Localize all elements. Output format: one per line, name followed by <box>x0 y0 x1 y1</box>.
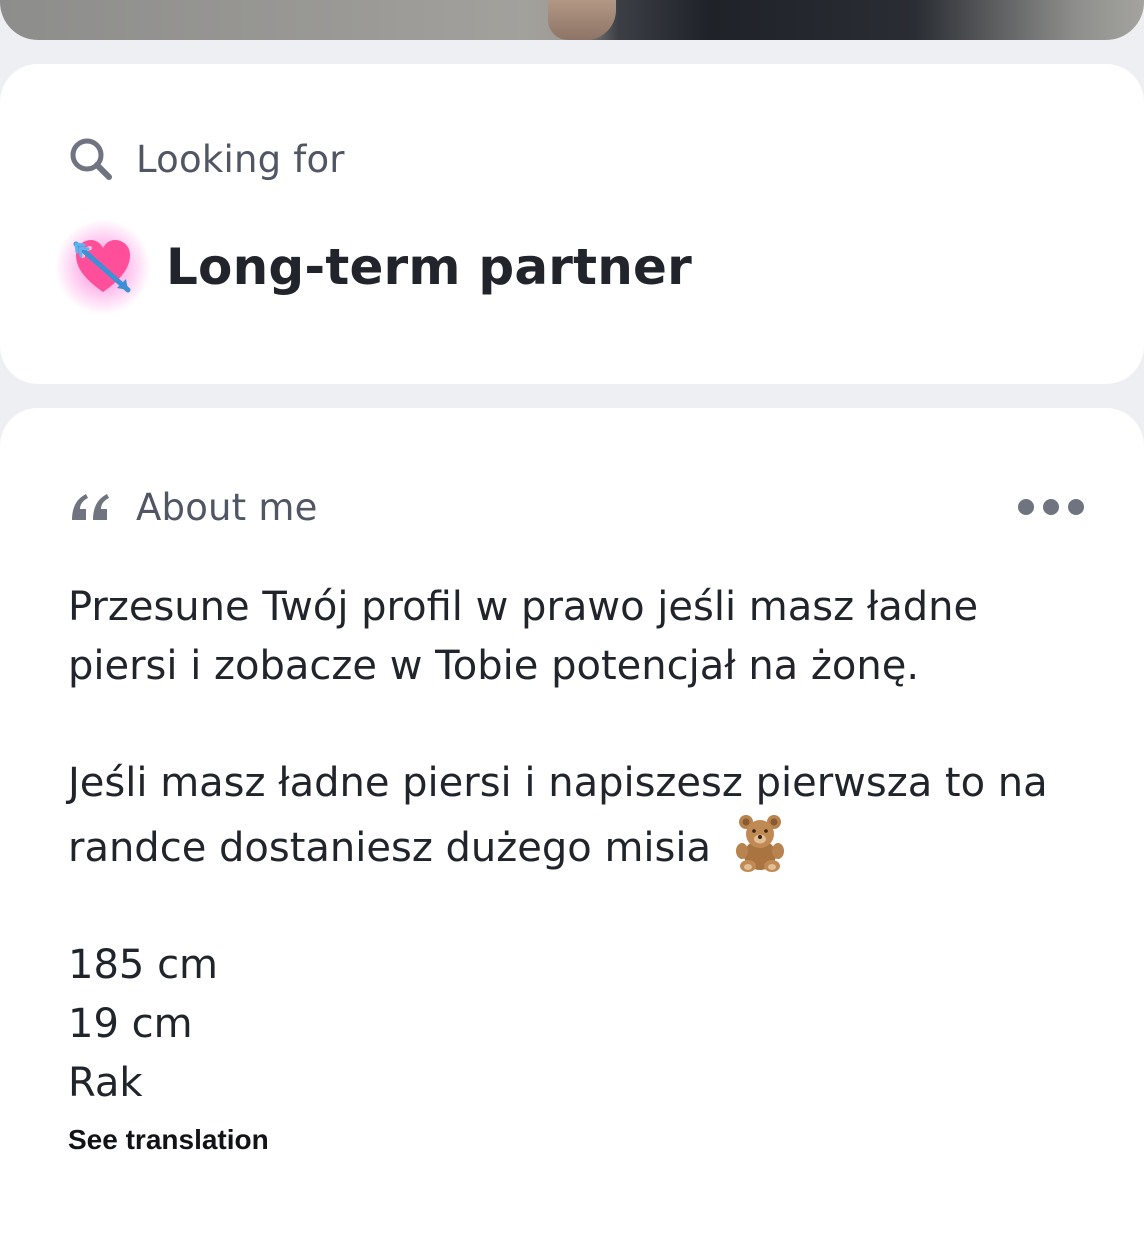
quote-icon <box>68 484 114 530</box>
bio-fact: 185 cm <box>68 942 219 988</box>
photo-detail <box>548 0 616 40</box>
bio-paragraph: Jeśli masz ładne piersi i napiszesz pier… <box>68 754 1098 878</box>
about-me-bio: Przesune Twój profil w prawo jeśli masz … <box>68 578 1098 1113</box>
looking-for-card <box>0 64 1144 384</box>
search-icon <box>68 136 114 182</box>
bio-paragraph-text: Jeśli masz ładne piersi i napiszesz pier… <box>68 760 1048 871</box>
heart-with-arrow-icon <box>56 220 150 314</box>
looking-for-header: Looking for <box>68 136 345 182</box>
looking-for-value: Long-term partner <box>56 220 692 314</box>
bio-fact: 19 cm <box>68 1001 193 1047</box>
bio-paragraph: Przesune Twój profil w prawo jeśli masz … <box>68 584 979 689</box>
more-options-icon[interactable] <box>1018 496 1084 518</box>
teddy-bear-icon <box>730 813 790 873</box>
looking-for-value-text: Long-term partner <box>166 238 692 296</box>
looking-for-heading: Looking for <box>136 137 345 181</box>
profile-photo[interactable] <box>0 0 1144 40</box>
see-translation-link[interactable]: See translation <box>68 1124 269 1156</box>
bio-fact: Rak <box>68 1060 143 1106</box>
about-me-heading: About me <box>136 485 318 529</box>
about-me-header: About me <box>68 484 318 530</box>
